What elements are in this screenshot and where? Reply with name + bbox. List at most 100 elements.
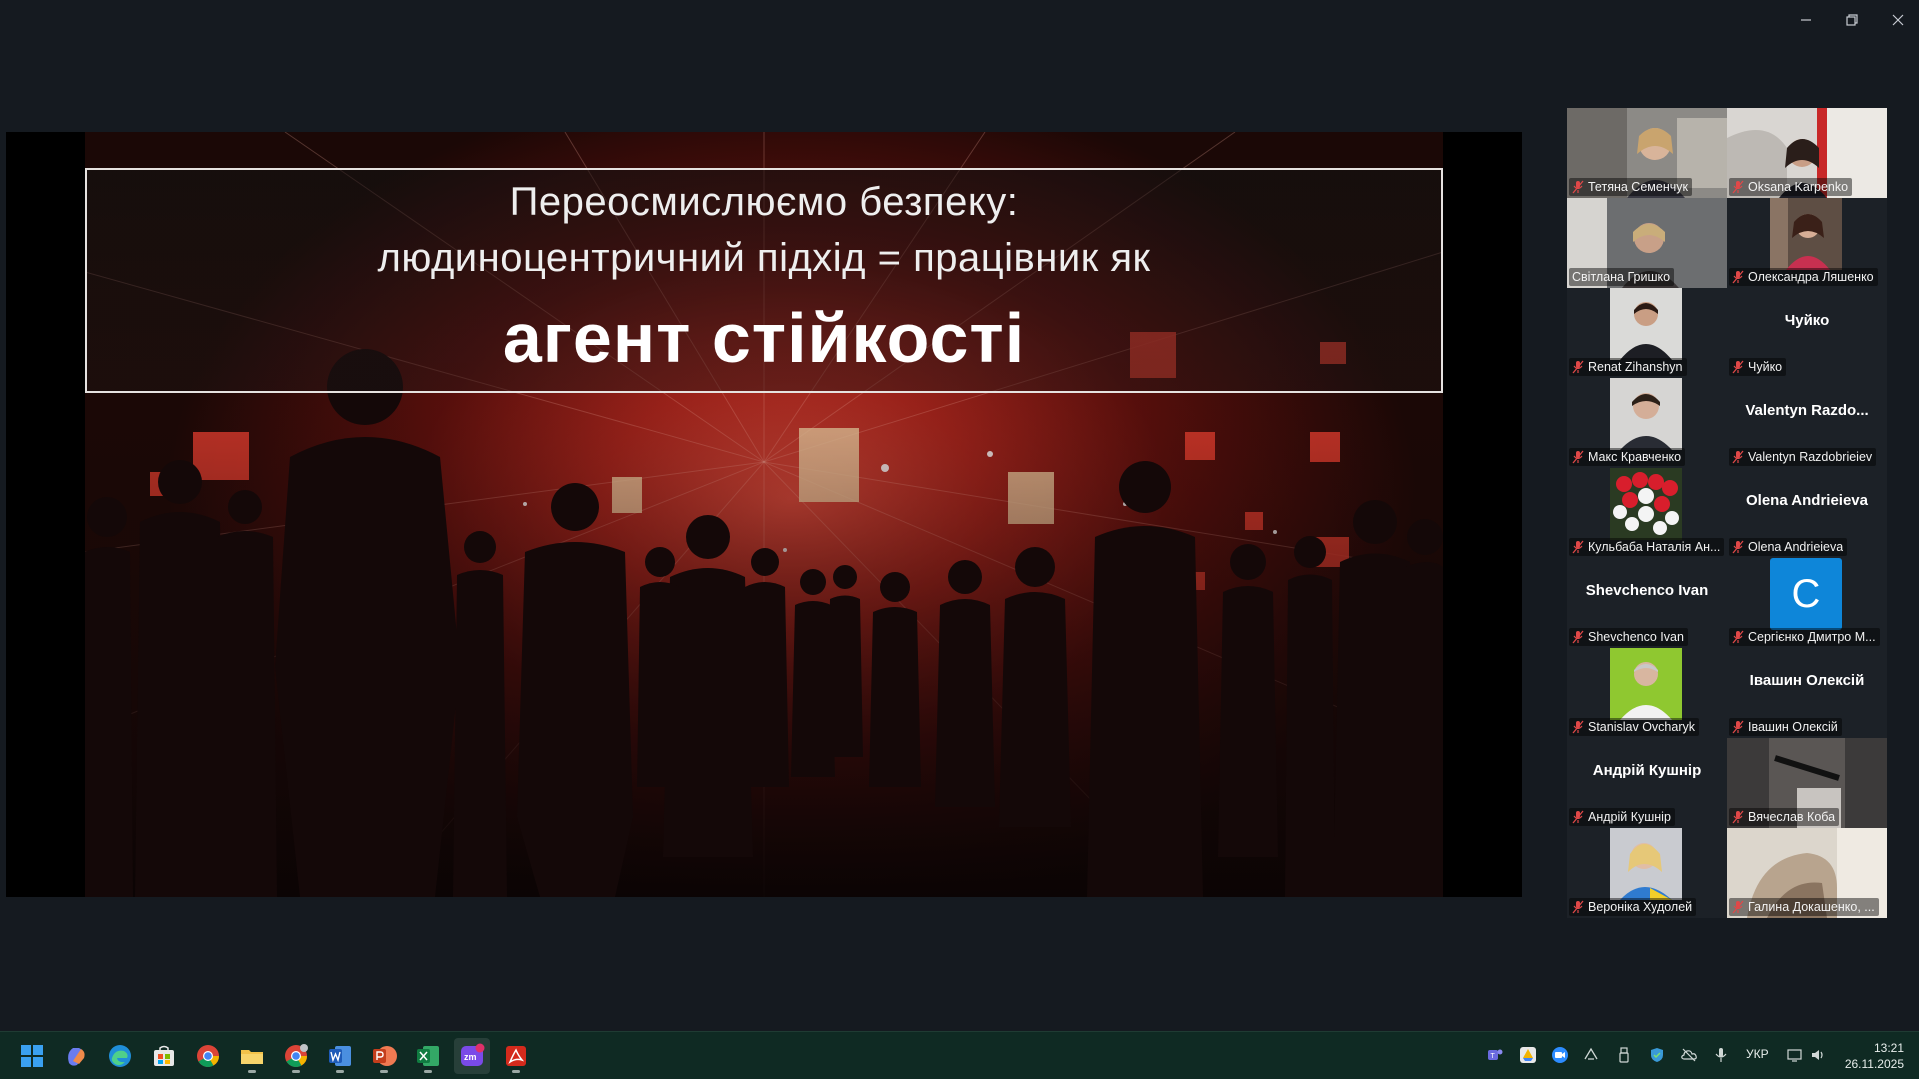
- participant-name-label: Тетяна Семенчук: [1569, 178, 1692, 196]
- muted-mic-icon: [1732, 540, 1744, 554]
- tray-network-share[interactable]: [1580, 1044, 1602, 1066]
- close-icon: [1892, 14, 1904, 26]
- participant-name-label: Olena Andrieieva: [1729, 538, 1848, 556]
- participant-display-name: Чуйко: [1784, 312, 1830, 329]
- participant-initial-avatar: C: [1770, 558, 1842, 630]
- edge-icon: [109, 1045, 131, 1067]
- chrome-profile-icon: [285, 1044, 308, 1067]
- start-button[interactable]: [14, 1038, 50, 1074]
- participant-tile[interactable]: C Сергієнко Дмитро М...: [1727, 558, 1887, 648]
- tray-network[interactable]: [1784, 1044, 1806, 1066]
- muted-mic-icon: [1572, 900, 1584, 914]
- participant-name-label: Андрій Кушнір: [1569, 808, 1675, 826]
- microphone-icon: [1715, 1048, 1727, 1062]
- participant-tile[interactable]: Галина Докашенко, ...: [1727, 828, 1887, 918]
- participant-tile[interactable]: Івашин Олексій Івашин Олексій: [1727, 648, 1887, 738]
- participant-name-label: Макс Кравченко: [1569, 448, 1686, 466]
- word-icon: [329, 1046, 351, 1066]
- slide-title-line-2: людиноцентричний підхід = працівник як: [377, 236, 1151, 280]
- muted-mic-icon: [1732, 630, 1744, 644]
- participant-tile[interactable]: Renat Zihanshyn: [1567, 288, 1727, 378]
- network-share-icon: [1584, 1047, 1598, 1060]
- minimize-icon: [1801, 19, 1811, 21]
- close-button[interactable]: [1878, 8, 1918, 32]
- cloud-off-icon: [1681, 1048, 1697, 1062]
- muted-mic-icon: [1732, 810, 1744, 824]
- participant-tile[interactable]: Valentyn Razdo... Valentyn Razdobrieiev: [1727, 378, 1887, 468]
- tray-usb[interactable]: [1613, 1044, 1635, 1066]
- chrome-icon: [197, 1045, 219, 1067]
- participant-tile[interactable]: Вячеслав Коба: [1727, 738, 1887, 828]
- participant-tile[interactable]: Тетяна Семенчук: [1567, 108, 1727, 198]
- muted-mic-icon: [1572, 720, 1584, 734]
- participant-name-label: Shevchenco Ivan: [1569, 628, 1688, 646]
- participant-tile[interactable]: Olena Andrieieva Olena Andrieieva: [1727, 468, 1887, 558]
- muted-mic-icon: [1572, 810, 1584, 824]
- taskbar-copilot[interactable]: [58, 1038, 94, 1074]
- participant-tile-active-speaker[interactable]: Світлана Гришко: [1567, 198, 1727, 288]
- windows-taskbar: zm T УКР 13:21 26.11.2025: [0, 1031, 1919, 1079]
- taskbar-excel[interactable]: [410, 1038, 446, 1074]
- participant-display-name: Valentyn Razdo...: [1745, 402, 1869, 419]
- network-icon: [1787, 1049, 1802, 1062]
- taskbar-powerpoint[interactable]: [366, 1038, 402, 1074]
- participant-tile[interactable]: Shevchenco Ivan Shevchenco Ivan: [1567, 558, 1727, 648]
- minimize-button[interactable]: [1786, 8, 1826, 32]
- participant-name-label: Вячеслав Коба: [1729, 808, 1840, 826]
- participant-avatar: [1610, 288, 1682, 360]
- tray-microphone[interactable]: [1710, 1044, 1732, 1066]
- participant-tile[interactable]: Чуйко Чуйко: [1727, 288, 1887, 378]
- participant-tile[interactable]: Вероніка Худолей: [1567, 828, 1727, 918]
- taskbar-chrome-profile[interactable]: [278, 1038, 314, 1074]
- taskbar-edge[interactable]: [102, 1038, 138, 1074]
- powerpoint-icon: [373, 1046, 397, 1066]
- tray-zoom[interactable]: [1549, 1044, 1571, 1066]
- taskbar-file-explorer[interactable]: [234, 1038, 270, 1074]
- participant-tile[interactable]: Макс Кравченко: [1567, 378, 1727, 468]
- muted-mic-icon: [1732, 180, 1744, 194]
- muted-mic-icon: [1732, 270, 1744, 284]
- participant-tile[interactable]: Кульбаба Наталія Ан...: [1567, 468, 1727, 558]
- usb-icon: [1619, 1047, 1629, 1063]
- participant-name-label: Вероніка Худолей: [1569, 898, 1697, 916]
- participant-tile[interactable]: Андрій Кушнір Андрій Кушнір: [1567, 738, 1727, 828]
- tray-defender[interactable]: [1646, 1044, 1668, 1066]
- participant-tile[interactable]: Олександра Ляшенко: [1727, 198, 1887, 288]
- tray-google-drive[interactable]: [1517, 1044, 1539, 1066]
- participant-name-label: Сергієнко Дмитро М...: [1729, 628, 1880, 646]
- participant-display-name: Андрій Кушнір: [1592, 762, 1702, 779]
- participant-name-label: Світлана Гришко: [1569, 268, 1675, 286]
- volume-icon: [1812, 1050, 1823, 1060]
- slide-title-box: Переосмислюємо безпеку: людиноцентричний…: [85, 168, 1443, 393]
- participant-name-label: Олександра Ляшенко: [1729, 268, 1878, 286]
- presentation-slide: Переосмислюємо безпеку: людиноцентричний…: [85, 132, 1443, 897]
- taskbar-store[interactable]: [146, 1038, 182, 1074]
- shared-screen[interactable]: Переосмислюємо безпеку: людиноцентричний…: [6, 132, 1522, 897]
- google-drive-icon: [1520, 1047, 1536, 1063]
- participant-display-name: Olena Andrieieva: [1746, 492, 1868, 509]
- language-indicator[interactable]: УКР: [1746, 1047, 1769, 1061]
- participant-name-label: Oksana Karpenko: [1729, 178, 1853, 196]
- taskbar-chrome[interactable]: [190, 1038, 226, 1074]
- taskbar-zoom[interactable]: zm: [454, 1038, 490, 1074]
- restore-button[interactable]: [1832, 8, 1872, 32]
- tray-volume[interactable]: [1807, 1044, 1829, 1066]
- muted-mic-icon: [1732, 900, 1744, 914]
- participant-name-label: Renat Zihanshyn: [1569, 358, 1687, 376]
- participant-display-name: Shevchenco Ivan: [1585, 582, 1709, 599]
- slide-title-line-3: агент стійкості: [502, 299, 1026, 377]
- participant-tile[interactable]: Stanislav Ovcharyk: [1567, 648, 1727, 738]
- taskbar-acrobat[interactable]: [498, 1038, 534, 1074]
- tray-teams[interactable]: T: [1484, 1044, 1506, 1066]
- tray-cloud[interactable]: [1678, 1044, 1700, 1066]
- participant-avatar: [1610, 648, 1682, 720]
- zoom-meeting-window: Переосмислюємо безпеку: людиноцентричний…: [0, 0, 1919, 1079]
- taskbar-word[interactable]: [322, 1038, 358, 1074]
- file-explorer-icon: [241, 1050, 263, 1064]
- taskbar-clock[interactable]: 13:21 26.11.2025: [1834, 1040, 1904, 1072]
- participant-tile[interactable]: Oksana Karpenko: [1727, 108, 1887, 198]
- svg-text:T: T: [1491, 1053, 1496, 1060]
- participant-name-label: Івашин Олексій: [1729, 718, 1842, 736]
- muted-mic-icon: [1572, 450, 1584, 464]
- participant-name-label: Stanislav Ovcharyk: [1569, 718, 1699, 736]
